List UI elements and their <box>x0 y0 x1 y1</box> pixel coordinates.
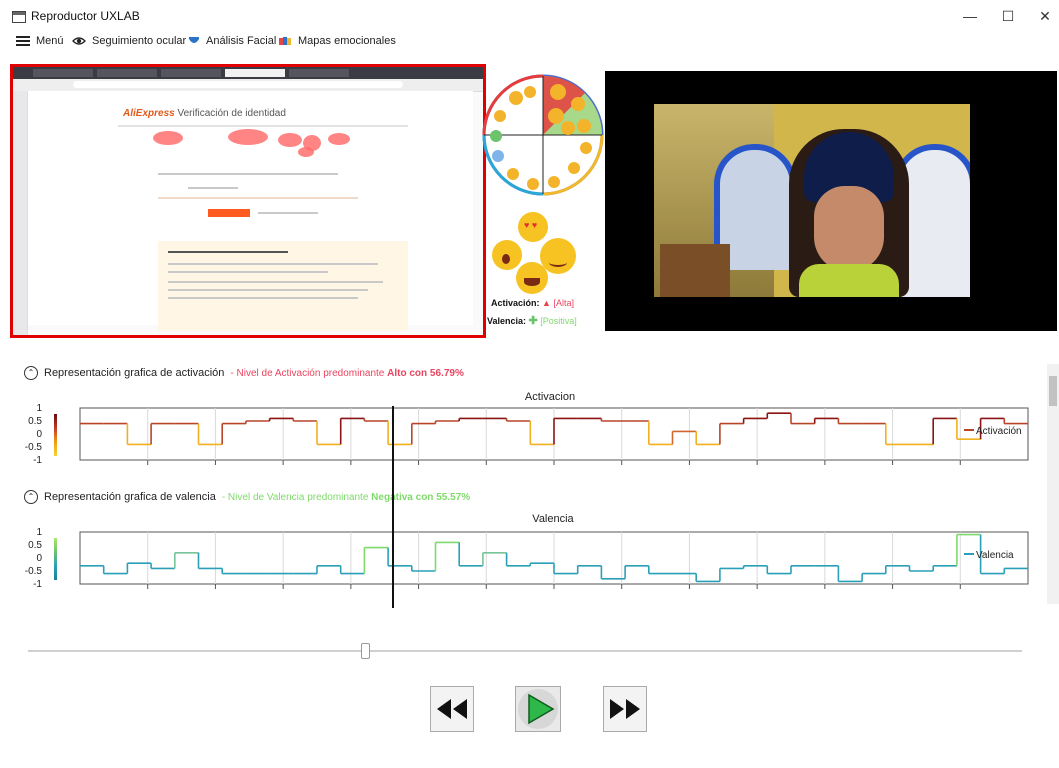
browser-tab-strip <box>13 67 483 79</box>
y-tick-label: 0 <box>36 553 42 564</box>
menu-item-eye-tracking[interactable]: Seguimiento ocular <box>72 35 186 47</box>
activation-section-header: ⌃ Representación grafica de activación -… <box>24 366 464 380</box>
heart-eyes-emoji-icon: ♥ ♥ <box>518 212 548 242</box>
page-brand: AliExpress Verificación de identidad <box>123 108 286 119</box>
brand-logo: AliExpress <box>123 108 175 119</box>
webcam-video-frame <box>654 104 970 297</box>
y-tick-label: 0.5 <box>28 540 42 551</box>
y-tick-label: -0.5 <box>25 566 43 577</box>
scrollbar-thumb[interactable] <box>1049 376 1057 406</box>
menu-bar: Menú Seguimiento ocular Análisis Facial … <box>0 32 1059 54</box>
activation-label: Activación: <box>491 298 540 308</box>
valence-value: [Positiva] <box>540 316 577 326</box>
menu-item-menu[interactable]: Menú <box>16 35 64 47</box>
colorbar <box>54 414 57 456</box>
surprised-emoji-icon <box>492 240 522 270</box>
activation-heading: Representación grafica de activación <box>44 367 225 379</box>
activation-indicator: Activación: ▲ [Alta] <box>491 298 574 308</box>
y-tick-label: 1 <box>36 404 42 414</box>
title-bar: Reproductor UXLAB — ☐ ✕ <box>0 0 1059 32</box>
menu-item-emotion-maps[interactable]: Mapas emocionales <box>278 35 396 47</box>
legend-label: Valencia <box>976 550 1014 561</box>
playhead-marker <box>392 406 394 608</box>
webcam-panel <box>605 71 1057 331</box>
activation-value: [Alta] <box>553 298 574 308</box>
menu-label: Seguimiento ocular <box>92 35 187 47</box>
map-icon <box>279 37 291 45</box>
hamburger-icon <box>16 36 30 46</box>
colorbar <box>54 538 57 580</box>
activation-detail-prefix: - Nivel de Activación predominante <box>230 367 385 379</box>
play-button[interactable] <box>515 686 561 732</box>
web-page-content: AliExpress Verificación de identidad <box>28 91 473 331</box>
valence-detail-value: Negativa con 55.57% <box>371 491 471 503</box>
eye-icon <box>72 37 86 45</box>
activation-detail-value: Alto con 56.79% <box>387 367 464 379</box>
y-tick-label: -1 <box>33 579 42 590</box>
valence-detail: - Nivel de Valencia predominante Negativ… <box>222 492 470 503</box>
play-icon <box>518 689 558 729</box>
y-tick-label: 0 <box>36 429 42 440</box>
valence-chart-title: Valencia <box>532 513 574 525</box>
valence-indicator: Valencia: ✚ [Positiva] <box>487 314 577 327</box>
verify-button[interactable] <box>208 209 250 217</box>
y-tick-label: 0.5 <box>28 416 42 427</box>
close-button[interactable]: ✕ <box>1030 4 1059 28</box>
arrow-up-icon: ▲ <box>542 298 551 308</box>
rewind-icon <box>437 699 467 719</box>
faq-box <box>158 241 408 331</box>
valence-label: Valencia: <box>487 316 527 326</box>
collapse-activation-button[interactable]: ⌃ <box>24 366 38 380</box>
menu-item-facial-analysis[interactable]: Análisis Facial <box>188 35 276 47</box>
browser-sidebar <box>13 91 28 335</box>
vertical-scrollbar[interactable] <box>1047 364 1059 604</box>
valence-section-header: ⌃ Representación grafica de valencia - N… <box>24 490 470 504</box>
emotion-wheel <box>482 74 604 196</box>
laugh-emoji-icon <box>516 262 548 294</box>
fast-forward-button[interactable] <box>603 686 647 732</box>
minimize-button[interactable]: — <box>955 4 985 28</box>
window-title: Reproductor UXLAB <box>31 9 140 23</box>
menu-label: Análisis Facial <box>206 35 277 47</box>
screen-recording-panel: AliExpress Verificación de identidad <box>10 64 486 338</box>
plus-icon: ✚ <box>528 315 538 327</box>
valence-heading: Representación grafica de valencia <box>44 491 216 503</box>
collapse-valence-button[interactable]: ⌃ <box>24 490 38 504</box>
activation-chart-title: Activacion <box>524 391 576 403</box>
y-tick-label: -0.5 <box>25 442 43 453</box>
fast-forward-icon <box>610 699 640 719</box>
activation-detail: - Nivel de Activación predominante Alto … <box>230 368 463 379</box>
rewind-button[interactable] <box>430 686 474 732</box>
valence-detail-prefix: - Nivel de Valencia predominante <box>221 491 369 503</box>
y-tick-label: 1 <box>36 528 42 538</box>
timeline-slider[interactable] <box>28 643 1022 659</box>
face-icon <box>189 37 199 43</box>
page-heading: Verificación de identidad <box>177 108 286 119</box>
menu-label: Mapas emocionales <box>298 35 396 47</box>
valence-chart: 1 0.5 0 -0.5 -1 Valencia <box>25 528 1029 590</box>
app-icon <box>12 11 26 23</box>
legend-label: Activación <box>976 426 1022 437</box>
maximize-button[interactable]: ☐ <box>993 4 1023 28</box>
menu-label: Menú <box>36 35 64 47</box>
y-tick-label: -1 <box>33 455 42 466</box>
timeline-slider-knob[interactable] <box>361 643 370 659</box>
activation-chart: 1 0.5 0 -0.5 -1 Activación <box>25 404 1029 466</box>
